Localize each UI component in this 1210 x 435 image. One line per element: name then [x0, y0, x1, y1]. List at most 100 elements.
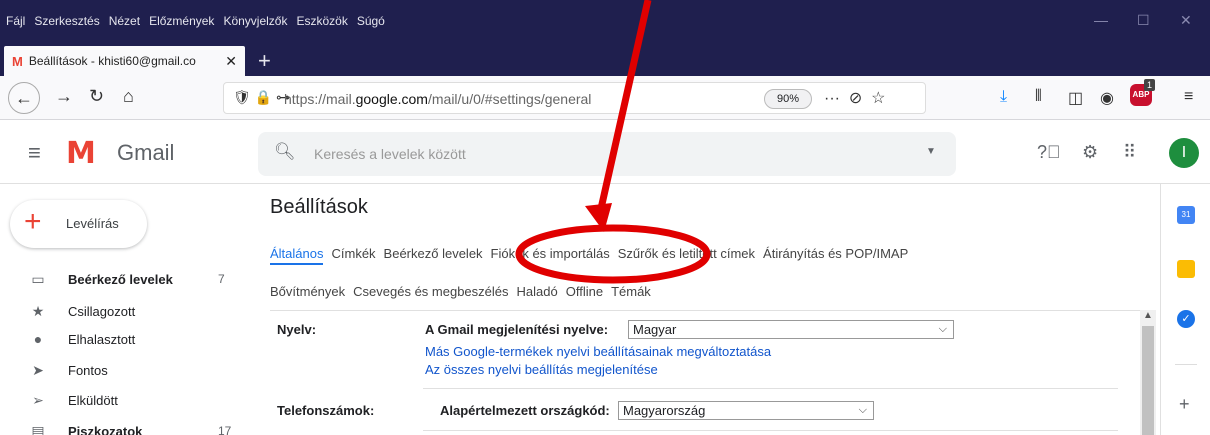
tab-labels[interactable]: Címkék	[331, 246, 375, 261]
library-icon[interactable]: ⫴	[1035, 88, 1042, 106]
menu-file[interactable]: Fájl	[6, 14, 25, 28]
snooze-clock-icon: ●	[33, 331, 43, 347]
chevron-down-icon: ⌵	[858, 404, 867, 416]
url-path: /mail/u/0/#settings/general	[427, 91, 592, 107]
phone-row-label: Telefonszámok:	[277, 403, 375, 418]
sidebar-item-label: Fontos	[68, 363, 108, 378]
draft-icon: ▤	[31, 423, 45, 435]
navigation-toolbar: ← → ↻ ⌂ 🛡 🔒 ⊶ https://mail.google.com/ma…	[0, 76, 1210, 120]
side-panel: 31 ✓ +	[1160, 184, 1210, 435]
divider	[423, 388, 1118, 389]
all-language-settings-link[interactable]: Az összes nyelvi beállítás megjelenítése	[425, 362, 658, 377]
unread-count: 7	[218, 272, 225, 286]
scroll-thumb[interactable]	[1142, 326, 1154, 435]
tab-themes[interactable]: Témák	[611, 284, 651, 299]
calendar-icon[interactable]: 31	[1177, 206, 1195, 224]
menu-tools[interactable]: Eszközök	[296, 14, 347, 28]
add-addon-icon[interactable]: +	[1179, 394, 1190, 415]
browser-tab-active[interactable]: M Beállítások - khisti60@gmail.co ✕	[4, 46, 245, 76]
gmail-favicon-icon: M	[12, 53, 23, 69]
display-language-label: A Gmail megjelenítési nyelve:	[425, 322, 609, 337]
browser-menu-bar: Fájl Szerkesztés Nézet Előzmények Könyvjelző…	[0, 0, 1210, 44]
screen: Fájl Szerkesztés Nézet Előzmények Könyvjelző…	[0, 0, 1210, 435]
reload-icon[interactable]: ↻	[89, 86, 104, 107]
annotation-arrow-head	[585, 203, 612, 232]
gmail-wordmark[interactable]: Gmail	[117, 140, 174, 166]
gmail-logo-icon[interactable]: M	[66, 136, 96, 171]
language-row-label: Nyelv:	[277, 322, 317, 337]
settings-scrollbar[interactable]: ▲	[1140, 310, 1156, 435]
settings-gear-icon[interactable]: ⚙	[1082, 142, 1098, 163]
sidebar-item-label: Beérkező levelek	[68, 272, 173, 287]
important-label-icon: ➤	[32, 362, 44, 378]
sidebar-toggle-icon[interactable]: ◫	[1068, 88, 1083, 108]
tab-inbox[interactable]: Beérkező levelek	[384, 246, 483, 261]
tab-addons[interactable]: Bővítmények	[270, 284, 345, 299]
address-bar[interactable]: 🛡 🔒 ⊶ https://mail.google.com/mail/u/0/#…	[223, 82, 926, 114]
menu-history[interactable]: Előzmények	[149, 14, 214, 28]
maximize-icon[interactable]: ☐	[1137, 12, 1150, 29]
pocket-icon[interactable]: ⊘	[849, 90, 862, 107]
tab-general[interactable]: Általános	[270, 246, 324, 265]
main-menu-icon[interactable]: ≡	[28, 140, 41, 166]
sidebar-item-starred[interactable]: ★ Csillagozott	[0, 300, 250, 324]
new-tab-icon[interactable]: +	[258, 48, 271, 74]
zoom-level-badge[interactable]: 90%	[764, 89, 812, 109]
divider	[1175, 364, 1197, 365]
sidebar-item-drafts[interactable]: ▤ Piszkozatok 17	[0, 420, 250, 435]
divider	[423, 430, 1118, 431]
minimize-icon[interactable]: —	[1094, 12, 1108, 28]
scroll-up-icon[interactable]: ▲	[1143, 310, 1153, 321]
settings-tabs-row2: Bővítmények Csevegés és megbeszélés Haladó…	[270, 284, 659, 299]
account-avatar[interactable]: I	[1169, 138, 1199, 168]
display-language-select[interactable]: Magyar ⌵	[628, 320, 954, 339]
select-value: Magyar	[633, 322, 677, 337]
menu-bookmarks[interactable]: Könyvjelzők	[223, 14, 287, 28]
compose-label: Levélírás	[66, 216, 119, 231]
url-text[interactable]: https://mail.google.com/mail/u/0/#settin…	[284, 91, 591, 107]
hamburger-menu-icon[interactable]: ≡	[1184, 88, 1193, 106]
tab-forwarding[interactable]: Átirányítás és POP/IMAP	[763, 246, 908, 261]
tab-accounts-import[interactable]: Fiókok és importálás	[491, 246, 610, 261]
sidebar-item-important[interactable]: ➤ Fontos	[0, 359, 250, 383]
bookmark-star-icon[interactable]: ☆	[871, 90, 885, 107]
sidebar-item-label: Elhalasztott	[68, 332, 136, 347]
country-code-select[interactable]: Magyarország ⌵	[618, 401, 874, 420]
sidebar-item-label: Csillagozott	[68, 304, 136, 319]
menu-help[interactable]: Súgó	[357, 14, 385, 28]
menu-view[interactable]: Nézet	[109, 14, 140, 28]
page-actions-icon[interactable]: ···	[824, 90, 840, 107]
search-input[interactable]: Keresés a levelek között	[314, 146, 466, 162]
menu-edit[interactable]: Szerkesztés	[34, 14, 99, 28]
download-icon[interactable]: ⤓	[1000, 88, 1007, 106]
search-icon[interactable]: 🔍︎	[274, 142, 296, 162]
compose-button[interactable]: + Levélírás	[10, 200, 147, 248]
tab-chat-meet[interactable]: Csevegés és megbeszélés	[353, 284, 508, 299]
draft-count: 17	[218, 424, 232, 435]
search-options-icon[interactable]: ▼	[926, 146, 936, 157]
sidebar-item-snoozed[interactable]: ● Elhalasztott	[0, 328, 250, 352]
country-code-label: Alapértelmezett országkód:	[440, 403, 610, 418]
select-value: Magyarország	[623, 403, 706, 418]
account-icon[interactable]: ◉	[1100, 88, 1114, 108]
tasks-icon[interactable]: ✓	[1177, 310, 1195, 328]
gmail-header: ≡ M Gmail 🔍︎ Keresés a levelek között ▼ …	[0, 120, 1210, 184]
close-tab-icon[interactable]: ✕	[225, 53, 237, 70]
tab-advanced[interactable]: Haladó	[517, 284, 558, 299]
close-window-icon[interactable]: ✕	[1180, 12, 1192, 29]
mail-search-bar[interactable]: 🔍︎ Keresés a levelek között ▼	[258, 132, 956, 176]
chevron-down-icon: ⌵	[938, 323, 947, 335]
send-icon: ➢	[32, 392, 44, 408]
keep-icon[interactable]	[1177, 260, 1195, 278]
sidebar-item-sent[interactable]: ➢ Elküldött	[0, 389, 250, 413]
tab-filters[interactable]: Szűrők és letiltott címek	[618, 246, 755, 261]
forward-arrow-icon[interactable]: →	[55, 86, 73, 107]
sidebar-item-inbox[interactable]: ▭ Beérkező levelek 7	[0, 268, 250, 292]
other-products-language-link[interactable]: Más Google-termékek nyelvi beállításaina…	[425, 344, 771, 359]
site-info-icons[interactable]: 🛡 🔒 ⊶	[233, 89, 290, 106]
tab-offline[interactable]: Offline	[566, 284, 603, 299]
apps-grid-icon[interactable]: ⠿	[1123, 142, 1136, 163]
home-icon[interactable]: ⌂	[123, 86, 134, 107]
back-arrow-icon[interactable]: ←	[8, 82, 40, 114]
help-icon[interactable]: ?⃝	[1037, 142, 1061, 163]
